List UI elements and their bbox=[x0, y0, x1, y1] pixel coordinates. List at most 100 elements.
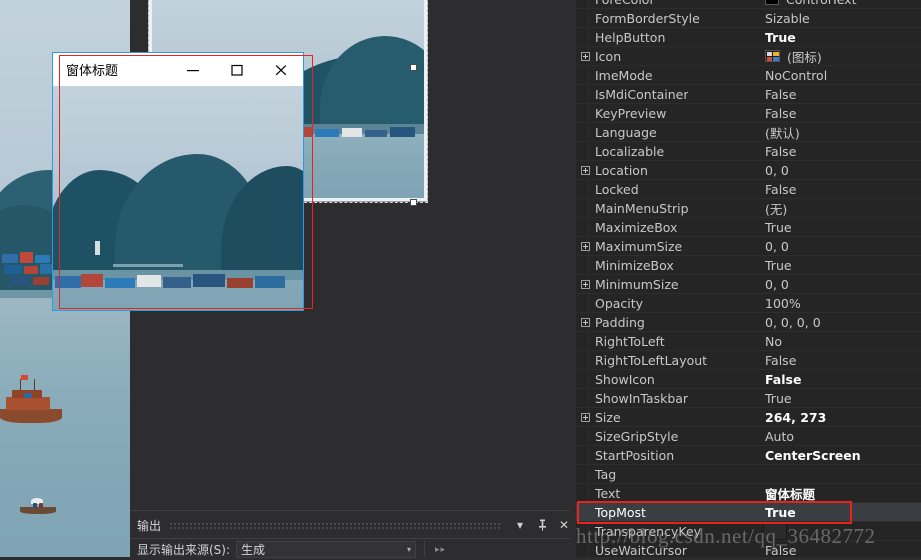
property-value-cell[interactable]: 窗体标题 bbox=[765, 484, 815, 503]
property-value-cell[interactable]: 0, 0 bbox=[765, 163, 789, 178]
property-row[interactable]: SizeGripStyle Auto bbox=[576, 427, 921, 446]
property-name: Text bbox=[595, 485, 621, 501]
property-value: 0, 0 bbox=[765, 276, 789, 292]
expand-icon[interactable] bbox=[579, 165, 592, 175]
app-icon-preview-icon bbox=[765, 50, 780, 62]
property-value: True bbox=[765, 390, 792, 406]
property-value: 264, 273 bbox=[765, 409, 827, 425]
property-value: 窗体标题 bbox=[765, 486, 816, 502]
property-row[interactable]: Tag bbox=[576, 465, 921, 484]
property-value-cell[interactable]: Sizable bbox=[765, 11, 810, 26]
expand-icon[interactable] bbox=[579, 51, 592, 61]
property-value-cell[interactable]: No bbox=[765, 334, 782, 349]
property-row[interactable]: ImeMode NoControl bbox=[576, 66, 921, 85]
property-name: ForeColor bbox=[592, 0, 655, 7]
property-row[interactable]: MinimumSize 0, 0 bbox=[576, 275, 921, 294]
property-name: MainMenuStrip bbox=[595, 200, 689, 216]
resize-handle-bottom-right[interactable] bbox=[410, 199, 417, 206]
expand-icon[interactable] bbox=[579, 317, 592, 327]
property-row[interactable]: MinimizeBox True bbox=[576, 256, 921, 275]
property-name: ShowIcon bbox=[595, 371, 655, 387]
properties-grid[interactable]: ForeColor ControlText FormBorderStyle Sizab… bbox=[576, 0, 921, 560]
property-row[interactable]: ShowIcon False bbox=[576, 370, 921, 389]
property-value: False bbox=[765, 86, 797, 102]
property-value-cell[interactable]: False bbox=[765, 353, 796, 368]
resize-handle-right-middle[interactable] bbox=[410, 64, 417, 71]
property-value-cell[interactable]: ControlText bbox=[765, 0, 856, 7]
property-row[interactable]: StartPosition CenterScreen bbox=[576, 446, 921, 465]
property-value-cell[interactable]: CenterScreen bbox=[765, 448, 861, 463]
maximize-button[interactable] bbox=[215, 54, 259, 85]
property-value-cell[interactable]: 0, 0 bbox=[765, 277, 789, 292]
property-row[interactable]: FormBorderStyle Sizable bbox=[576, 9, 921, 28]
property-row[interactable]: IsMdiContainer False bbox=[576, 85, 921, 104]
expand-icon[interactable] bbox=[579, 412, 592, 422]
property-row[interactable]: RightToLeft No bbox=[576, 332, 921, 351]
property-value: (图标) bbox=[787, 49, 822, 65]
property-name: KeyPreview bbox=[595, 105, 667, 121]
property-name: MaximizeBox bbox=[595, 219, 678, 235]
property-row[interactable]: Padding 0, 0, 0, 0 bbox=[576, 313, 921, 332]
property-row[interactable]: KeyPreview False bbox=[576, 104, 921, 123]
window-title: 窗体标题 bbox=[66, 64, 119, 79]
property-row[interactable]: ForeColor ControlText bbox=[576, 0, 921, 9]
property-value-cell[interactable]: False bbox=[765, 182, 796, 197]
minimize-button[interactable] bbox=[171, 54, 215, 85]
property-name: Opacity bbox=[595, 295, 644, 311]
property-value-cell[interactable]: True bbox=[765, 258, 792, 273]
property-row[interactable]: Size 264, 273 bbox=[576, 408, 921, 427]
property-name: ImeMode bbox=[595, 67, 653, 83]
property-row[interactable]: Location 0, 0 bbox=[576, 161, 921, 180]
panel-menu-chevron-icon[interactable]: ▾ bbox=[509, 515, 531, 535]
plus-icon bbox=[581, 241, 590, 251]
output-source-select[interactable]: 生成 ▾ bbox=[236, 540, 417, 558]
expand-icon[interactable] bbox=[579, 279, 592, 289]
property-value-cell[interactable]: True bbox=[765, 505, 796, 520]
expand-icon[interactable] bbox=[579, 241, 592, 251]
property-value-cell[interactable]: True bbox=[765, 30, 796, 45]
property-value-cell[interactable]: True bbox=[765, 391, 792, 406]
property-row[interactable]: Icon (图标) bbox=[576, 47, 921, 66]
toolbar-overflow-icon[interactable]: ▸▸ bbox=[435, 544, 446, 555]
property-name: Language bbox=[595, 124, 657, 140]
property-row[interactable]: Language (默认) bbox=[576, 123, 921, 142]
property-value-cell[interactable]: 100% bbox=[765, 296, 801, 311]
property-row[interactable]: Locked False bbox=[576, 180, 921, 199]
property-value-cell[interactable]: 0, 0 bbox=[765, 239, 789, 254]
property-row[interactable]: HelpButton True bbox=[576, 28, 921, 47]
property-row[interactable]: MaximizeBox True bbox=[576, 218, 921, 237]
property-row[interactable]: Localizable False bbox=[576, 142, 921, 161]
property-value-cell[interactable]: False bbox=[765, 144, 796, 159]
property-row[interactable]: Text 窗体标题 bbox=[576, 484, 921, 503]
plus-icon bbox=[581, 317, 590, 327]
property-row[interactable]: ShowInTaskbar True bbox=[576, 389, 921, 408]
property-value: (无) bbox=[765, 201, 788, 217]
property-value: False bbox=[765, 105, 797, 121]
property-name: RightToLeft bbox=[595, 333, 665, 349]
property-row[interactable]: TopMost True bbox=[576, 503, 921, 522]
property-value-cell[interactable]: (无) bbox=[765, 199, 787, 218]
property-value-cell[interactable]: False bbox=[765, 106, 796, 121]
property-row[interactable]: MainMenuStrip (无) bbox=[576, 199, 921, 218]
plus-icon bbox=[581, 279, 590, 289]
output-panel-title: 输出 bbox=[137, 518, 162, 533]
property-value-cell[interactable]: Auto bbox=[765, 429, 794, 444]
property-name: Locked bbox=[595, 181, 639, 197]
wallpaper-large-boat bbox=[0, 375, 62, 427]
property-value-cell[interactable]: False bbox=[765, 87, 796, 102]
property-row[interactable]: RightToLeftLayout False bbox=[576, 351, 921, 370]
property-value-cell[interactable]: (图标) bbox=[765, 47, 822, 66]
close-button[interactable] bbox=[259, 54, 303, 85]
property-value-cell[interactable]: True bbox=[765, 220, 792, 235]
property-value-cell[interactable]: (默认) bbox=[765, 123, 800, 142]
pin-icon[interactable] bbox=[531, 515, 553, 535]
property-row[interactable]: MaximumSize 0, 0 bbox=[576, 237, 921, 256]
property-row[interactable]: Opacity 100% bbox=[576, 294, 921, 313]
window-title-bar[interactable]: 窗体标题 bbox=[53, 53, 303, 86]
property-value-cell[interactable]: 0, 0, 0, 0 bbox=[765, 315, 821, 330]
property-value-cell[interactable]: NoControl bbox=[765, 68, 827, 83]
property-value-cell[interactable]: False bbox=[765, 372, 801, 387]
panel-drag-dots[interactable] bbox=[169, 521, 501, 529]
property-value-cell[interactable]: 264, 273 bbox=[765, 410, 826, 425]
runtime-form-window[interactable]: 窗体标题 bbox=[52, 52, 304, 311]
